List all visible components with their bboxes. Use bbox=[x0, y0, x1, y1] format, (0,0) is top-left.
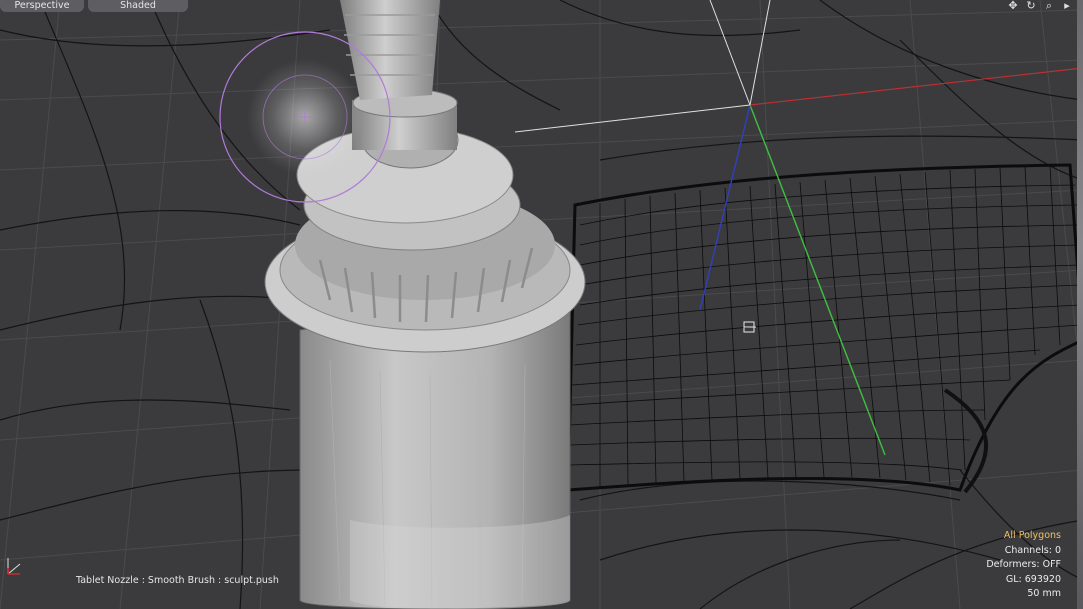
more-arrow-icon[interactable]: ▸ bbox=[1061, 0, 1073, 12]
scene-canvas[interactable] bbox=[0, 0, 1083, 609]
pivot-widget-icon bbox=[743, 321, 756, 333]
shading-mode-tab[interactable]: Shaded bbox=[88, 0, 188, 12]
viewport-stats: All Polygons Channels: 0 Deformers: OFF … bbox=[986, 529, 1061, 602]
view-mode-tab[interactable]: Perspective bbox=[0, 0, 84, 12]
deformers-label: Deformers: OFF bbox=[986, 559, 1061, 570]
channels-label: Channels: 0 bbox=[1004, 544, 1061, 556]
selection-mode-label: All Polygons bbox=[1003, 530, 1061, 541]
scrollbar[interactable] bbox=[1077, 0, 1083, 609]
3d-viewport[interactable]: Perspective Shaded ✥ ↻ ⌕ ▸ Tablet Nozzle… bbox=[0, 0, 1083, 609]
scale-label: 50 mm bbox=[1027, 588, 1061, 599]
tool-status-text: Tablet Nozzle : Smooth Brush : sculpt.pu… bbox=[76, 575, 279, 586]
viewport-nav-icons: ✥ ↻ ⌕ ▸ bbox=[1007, 0, 1073, 12]
zoom-icon[interactable]: ⌕ bbox=[1043, 0, 1055, 12]
axis-gizmo-icon bbox=[7, 558, 21, 575]
rotate-icon[interactable]: ↻ bbox=[1025, 0, 1037, 12]
gl-count-label: GL: 693920 bbox=[1005, 573, 1061, 585]
move-icon[interactable]: ✥ bbox=[1007, 0, 1019, 12]
